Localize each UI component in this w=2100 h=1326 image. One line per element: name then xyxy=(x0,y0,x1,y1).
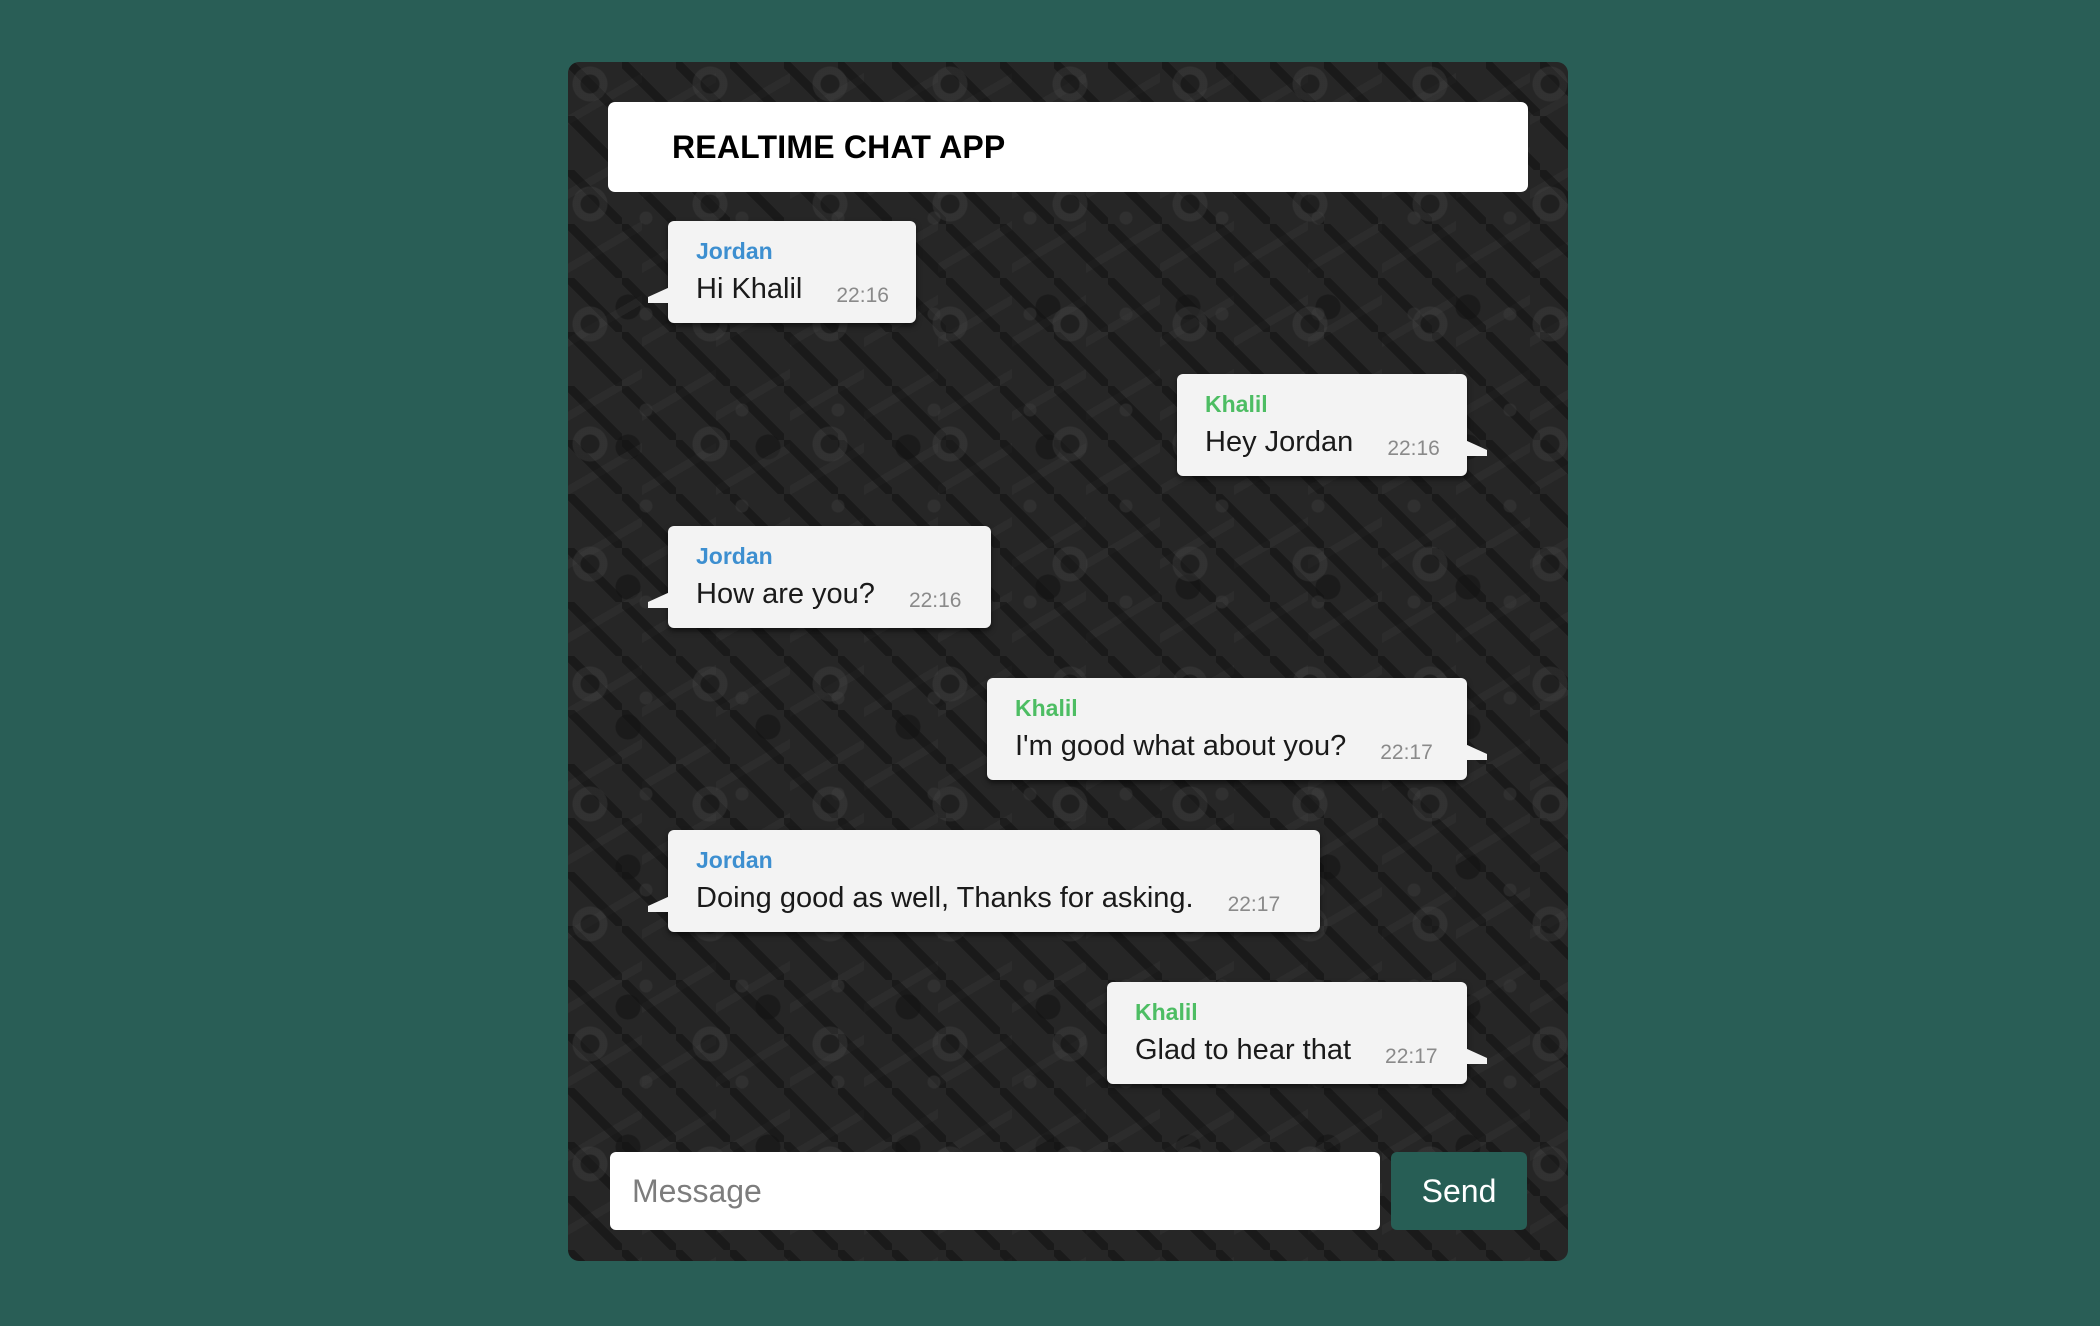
message-sender: Jordan xyxy=(696,543,773,569)
message-text: Doing good as well, Thanks for asking. xyxy=(696,882,1194,914)
message-sender: Jordan xyxy=(696,847,773,873)
message-bubble-khalil: Khalil Hey Jordan 22:16 xyxy=(1177,374,1487,476)
message-text: Hey Jordan xyxy=(1205,426,1354,458)
message-sender: Khalil xyxy=(1015,695,1078,721)
message-text: How are you? xyxy=(696,578,875,610)
message-bubble-khalil: Khalil Glad to hear that 22:17 xyxy=(1107,982,1487,1084)
message-bubble-jordan: Jordan Hi Khalil 22:16 xyxy=(648,221,916,323)
message-time: 22:17 xyxy=(1385,1045,1438,1068)
message-input[interactable] xyxy=(610,1152,1380,1230)
message-bubble-khalil: Khalil I'm good what about you? 22:17 xyxy=(987,678,1487,780)
message-bubble-jordan: Jordan Doing good as well, Thanks for as… xyxy=(648,830,1320,932)
chat-window: REALTIME CHAT APP Jordan Hi Khalil 22:16… xyxy=(568,62,1568,1261)
message-sender: Khalil xyxy=(1205,391,1268,417)
message-text: Hi Khalil xyxy=(696,273,803,305)
message-time: 22:17 xyxy=(1380,741,1433,764)
message-time: 22:16 xyxy=(836,284,889,307)
message-bubble-jordan: Jordan How are you? 22:16 xyxy=(648,526,991,628)
message-time: 22:16 xyxy=(908,589,962,612)
send-button[interactable]: Send xyxy=(1391,1152,1527,1230)
app-title: REALTIME CHAT APP xyxy=(672,128,1006,165)
message-text: Glad to hear that xyxy=(1135,1034,1352,1066)
message-time: 22:17 xyxy=(1227,893,1281,916)
message-composer: Send xyxy=(610,1152,1528,1230)
message-sender: Jordan xyxy=(696,238,773,264)
chat-header: REALTIME CHAT APP xyxy=(608,102,1528,192)
message-text: I'm good what about you? xyxy=(1015,730,1347,762)
message-time: 22:16 xyxy=(1387,437,1440,460)
message-sender: Khalil xyxy=(1135,999,1198,1025)
